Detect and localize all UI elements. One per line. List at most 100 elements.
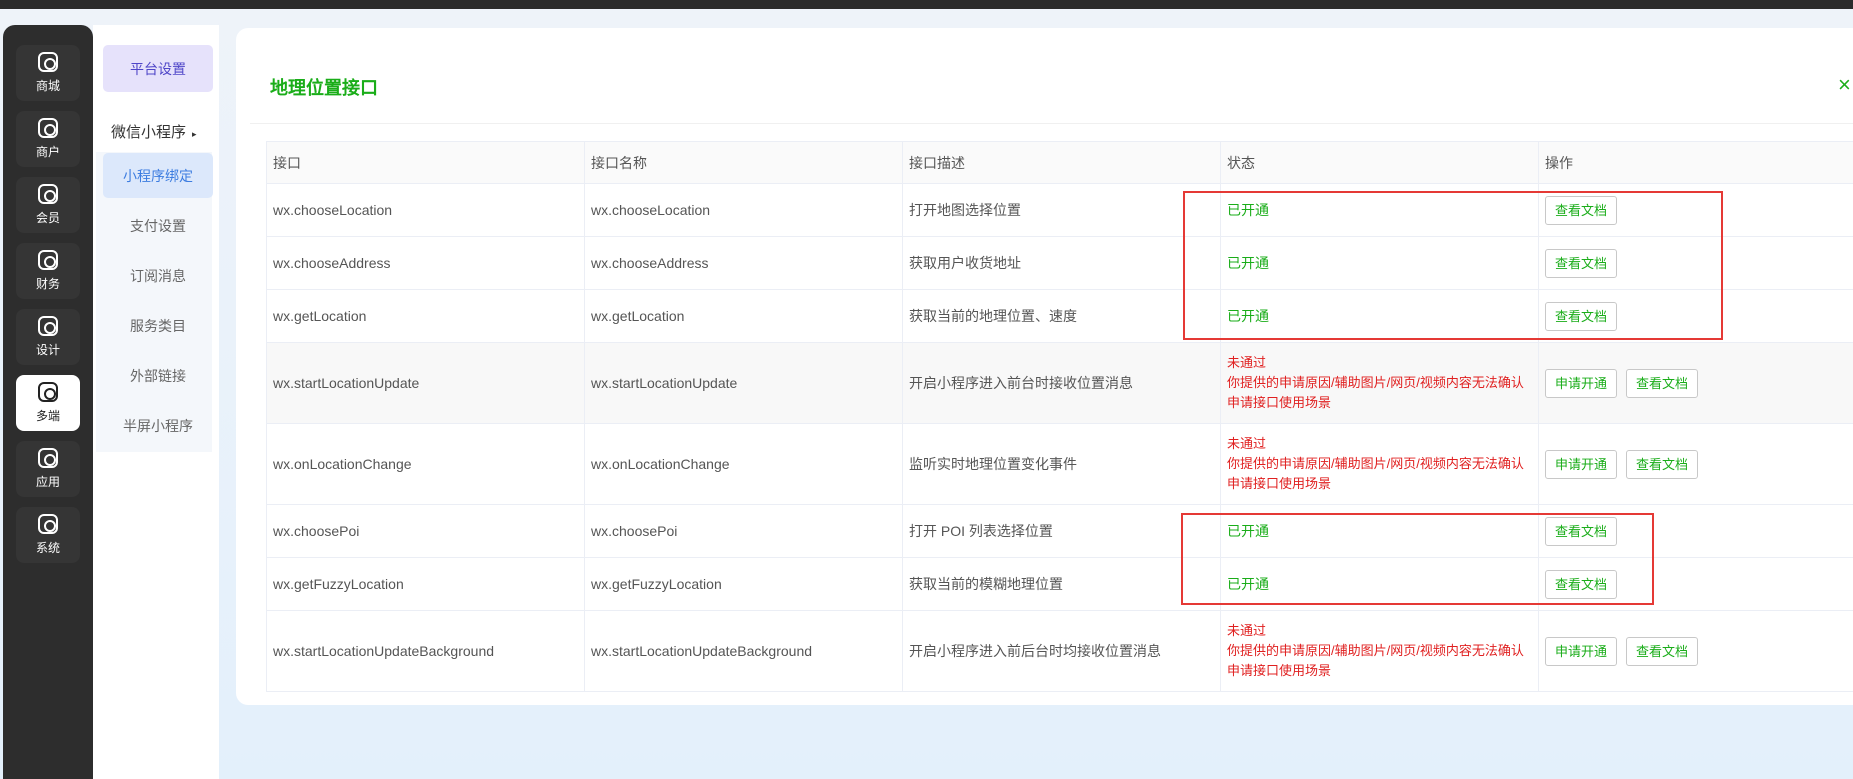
design-icon bbox=[38, 316, 58, 336]
api-desc-cell: 获取用户收货地址 bbox=[902, 236, 1221, 290]
caret-right-icon: ▸ bbox=[192, 129, 197, 139]
rejection-reason: 你提供的申请原因/辅助图片/网页/视频内容无法确认申请接口使用场景 bbox=[1227, 643, 1524, 678]
view-docs-button[interactable]: 查看文档 bbox=[1626, 636, 1699, 666]
close-icon[interactable]: × bbox=[1838, 72, 1851, 98]
nav-item-member[interactable]: 会员 bbox=[16, 177, 80, 233]
submenu-item-payment[interactable]: 支付设置 bbox=[103, 203, 213, 248]
nav-item-store[interactable]: 商城 bbox=[16, 45, 80, 101]
store-icon bbox=[38, 52, 58, 72]
api-cell: wx.chooseLocation bbox=[266, 183, 585, 237]
submenu-item-external-link[interactable]: 外部链接 bbox=[103, 353, 213, 398]
api-name-cell: wx.getFuzzyLocation bbox=[584, 557, 903, 611]
api-desc-cell: 开启小程序进入前后台时均接收位置消息 bbox=[902, 610, 1221, 692]
status-cell: 未通过 你提供的申请原因/辅助图片/网页/视频内容无法确认申请接口使用场景 bbox=[1220, 342, 1539, 424]
main-nav-rail: 商城 商户 会员 财务 设计 多端 应用 系统 bbox=[3, 25, 93, 779]
nav-item-design[interactable]: 设计 bbox=[16, 309, 80, 365]
status-cell: 已开通 bbox=[1220, 183, 1539, 237]
view-docs-button[interactable]: 查看文档 bbox=[1545, 516, 1618, 546]
multi-platform-icon bbox=[38, 382, 58, 402]
api-cell: wx.startLocationUpdateBackground bbox=[266, 610, 585, 692]
view-docs-button[interactable]: 查看文档 bbox=[1545, 195, 1618, 225]
dialog-title: 地理位置接口 bbox=[270, 78, 378, 98]
rejection-reason: 你提供的申请原因/辅助图片/网页/视频内容无法确认申请接口使用场景 bbox=[1227, 456, 1524, 491]
apply-button[interactable]: 申请开通 bbox=[1545, 368, 1618, 398]
status-rejected: 未通过 bbox=[1227, 623, 1267, 638]
system-icon bbox=[38, 514, 58, 534]
table-row: wx.chooseLocation wx.chooseLocation 打开地图… bbox=[266, 183, 1853, 237]
api-name-cell: wx.getLocation bbox=[584, 289, 903, 343]
status-cell: 已开通 bbox=[1220, 236, 1539, 290]
status-cell: 已开通 bbox=[1220, 504, 1539, 558]
apply-button[interactable]: 申请开通 bbox=[1545, 449, 1618, 479]
status-cell: 已开通 bbox=[1220, 557, 1539, 611]
submenu-item-binding[interactable]: 小程序绑定 bbox=[103, 153, 213, 198]
api-cell: wx.chooseAddress bbox=[266, 236, 585, 290]
divider bbox=[250, 123, 1853, 124]
status-enabled: 已开通 bbox=[1227, 202, 1269, 218]
api-cell: wx.choosePoi bbox=[266, 504, 585, 558]
nav-item-label: 设计 bbox=[35, 343, 60, 357]
submenu-item-half-screen[interactable]: 半屏小程序 bbox=[103, 403, 213, 448]
api-desc-cell: 打开 POI 列表选择位置 bbox=[902, 504, 1221, 558]
table-row: wx.getLocation wx.getLocation 获取当前的地理位置、… bbox=[266, 289, 1853, 343]
wechat-miniprogram-category[interactable]: 微信小程序 ▸ bbox=[111, 121, 197, 142]
nav-item-apps[interactable]: 应用 bbox=[16, 441, 80, 497]
api-desc-cell: 监听实时地理位置变化事件 bbox=[902, 423, 1221, 505]
column-header: 操作 bbox=[1538, 141, 1853, 184]
table-row: wx.startLocationUpdate wx.startLocationU… bbox=[266, 342, 1853, 424]
status-enabled: 已开通 bbox=[1227, 255, 1269, 271]
actions-cell: 申请开通 查看文档 bbox=[1538, 423, 1853, 505]
api-desc-cell: 获取当前的地理位置、速度 bbox=[902, 289, 1221, 343]
submenu-item-subscribe-msg[interactable]: 订阅消息 bbox=[103, 253, 213, 298]
api-name-cell: wx.chooseAddress bbox=[584, 236, 903, 290]
view-docs-button[interactable]: 查看文档 bbox=[1626, 368, 1699, 398]
view-docs-button[interactable]: 查看文档 bbox=[1545, 248, 1618, 278]
status-rejected: 未通过 bbox=[1227, 436, 1267, 451]
table-header-row: 接口 接口名称 接口描述 状态 操作 bbox=[266, 141, 1853, 184]
nav-item-merchant[interactable]: 商户 bbox=[16, 111, 80, 167]
platform-settings-button[interactable]: 平台设置 bbox=[103, 45, 213, 92]
nav-item-system[interactable]: 系统 bbox=[16, 507, 80, 563]
nav-item-label: 系统 bbox=[35, 541, 60, 555]
nav-item-label: 商户 bbox=[35, 145, 60, 159]
finance-icon bbox=[38, 250, 58, 270]
api-desc-cell: 打开地图选择位置 bbox=[902, 183, 1221, 237]
api-name-cell: wx.chooseLocation bbox=[584, 183, 903, 237]
column-header: 状态 bbox=[1220, 141, 1539, 184]
apply-button[interactable]: 申请开通 bbox=[1545, 636, 1618, 666]
nav-item-label: 财务 bbox=[35, 277, 60, 291]
view-docs-button[interactable]: 查看文档 bbox=[1545, 569, 1618, 599]
status-rejected: 未通过 bbox=[1227, 355, 1267, 370]
api-name-cell: wx.choosePoi bbox=[584, 504, 903, 558]
status-enabled: 已开通 bbox=[1227, 308, 1269, 324]
column-header: 接口名称 bbox=[584, 141, 903, 184]
actions-cell: 申请开通 查看文档 bbox=[1538, 342, 1853, 424]
view-docs-button[interactable]: 查看文档 bbox=[1626, 449, 1699, 479]
actions-cell: 查看文档 bbox=[1538, 183, 1853, 237]
view-docs-button[interactable]: 查看文档 bbox=[1545, 301, 1618, 331]
category-label: 微信小程序 bbox=[111, 124, 187, 141]
table-row: wx.onLocationChange wx.onLocationChange … bbox=[266, 423, 1853, 505]
api-desc-cell: 开启小程序进入前台时接收位置消息 bbox=[902, 342, 1221, 424]
api-desc-cell: 获取当前的模糊地理位置 bbox=[902, 557, 1221, 611]
nav-item-finance[interactable]: 财务 bbox=[16, 243, 80, 299]
status-enabled: 已开通 bbox=[1227, 576, 1269, 592]
status-cell: 未通过 你提供的申请原因/辅助图片/网页/视频内容无法确认申请接口使用场景 bbox=[1220, 423, 1539, 505]
secondary-menu: 平台设置 微信小程序 ▸ 小程序绑定 支付设置 订阅消息 服务类目 外部链接 半屏… bbox=[93, 25, 219, 779]
api-cell: wx.onLocationChange bbox=[266, 423, 585, 505]
table-row: wx.getFuzzyLocation wx.getFuzzyLocation … bbox=[266, 557, 1853, 611]
submenu-item-service-category[interactable]: 服务类目 bbox=[103, 303, 213, 348]
merchant-icon bbox=[38, 118, 58, 138]
table-row: wx.choosePoi wx.choosePoi 打开 POI 列表选择位置 … bbox=[266, 504, 1853, 558]
member-icon bbox=[38, 184, 58, 204]
column-header: 接口 bbox=[266, 141, 585, 184]
apps-icon bbox=[38, 448, 58, 468]
api-table: 接口 接口名称 接口描述 状态 操作 wx.chooseLocation wx.… bbox=[266, 141, 1853, 692]
actions-cell: 申请开通 查看文档 bbox=[1538, 610, 1853, 692]
nav-item-label: 多端 bbox=[35, 409, 60, 423]
nav-item-multi-platform[interactable]: 多端 bbox=[16, 375, 80, 431]
actions-cell: 查看文档 bbox=[1538, 557, 1853, 611]
status-cell: 已开通 bbox=[1220, 289, 1539, 343]
api-name-cell: wx.onLocationChange bbox=[584, 423, 903, 505]
window-top-bar bbox=[0, 0, 1853, 9]
